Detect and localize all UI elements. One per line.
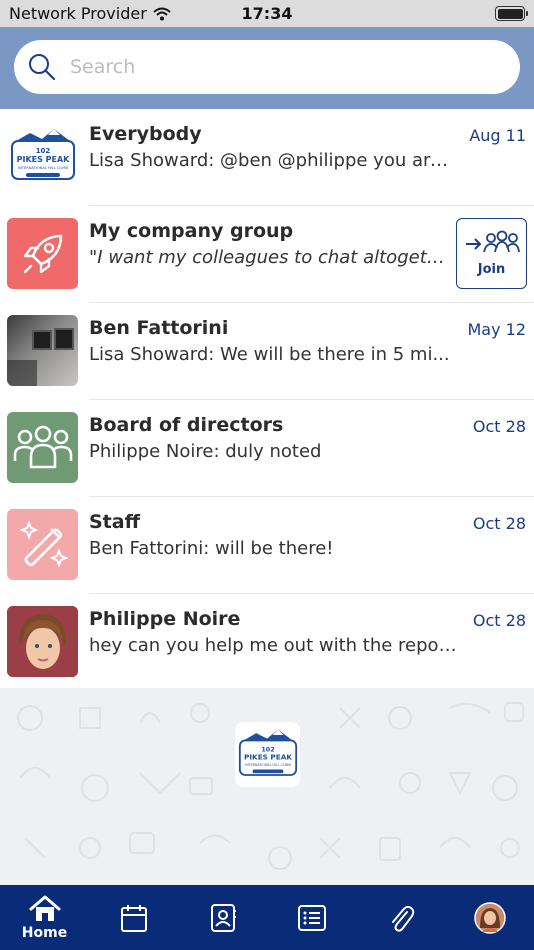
tab-home-label: Home [21, 924, 68, 941]
paperclip-icon [391, 905, 414, 932]
status-bar: Network Provider 17:34 [0, 0, 534, 27]
tab-calendar[interactable] [89, 885, 178, 950]
join-group-icon [465, 230, 520, 253]
rocket-icon [23, 234, 62, 273]
contacts-icon [210, 903, 236, 932]
profile-avatar [473, 901, 506, 934]
status-time: 17:34 [241, 4, 293, 23]
chat-row-ben-fattorini[interactable]: Ben Fattorini Lisa Showard: We will be t… [0, 303, 534, 400]
home-icon [29, 895, 60, 921]
chat-date: Aug 11 [469, 126, 526, 145]
svg-text:PIKES PEAK: PIKES PEAK [244, 752, 292, 761]
join-label: Join [477, 262, 506, 277]
chat-list: 102 PIKES PEAK INTERNATIONAL HILL CLIMB … [0, 109, 534, 691]
avatar [7, 412, 78, 483]
avatar: 102 PIKES PEAK INTERNATIONAL HILL CLIMB [7, 121, 78, 192]
tab-home[interactable]: Home [0, 885, 89, 950]
chat-last-message: hey can you help me out with the report? [89, 635, 459, 656]
chat-row-staff[interactable]: Staff Ben Fattorini: will be there! Oct … [0, 497, 534, 594]
chat-last-message: Lisa Showard: We will be there in 5 mi..… [89, 344, 450, 365]
tab-files[interactable] [356, 885, 445, 950]
tab-profile[interactable] [445, 885, 534, 950]
search-placeholder: Search [70, 56, 136, 78]
chat-last-message: Ben Fattorini: will be there! [89, 538, 334, 559]
chat-date: May 12 [467, 320, 526, 339]
svg-text:102: 102 [35, 147, 50, 155]
search-input[interactable]: Search [14, 40, 520, 94]
list-icon [297, 904, 326, 931]
chat-name: Staff [89, 511, 140, 533]
chat-name: Ben Fattorini [89, 317, 229, 339]
chat-row-board-of-directors[interactable]: Board of directors Philippe Noire: duly … [0, 400, 534, 497]
background-pattern: 102 PIKES PEAK INTERNATIONAL HILL CLIMB [0, 688, 534, 885]
chat-last-message: "I want my colleagues to chat altogeth..… [89, 247, 451, 268]
search-icon [29, 54, 56, 81]
pikes-peak-logo: 102 PIKES PEAK INTERNATIONAL HILL CLIMB [238, 729, 297, 776]
tab-list[interactable] [267, 885, 356, 950]
chat-name: Board of directors [89, 414, 284, 436]
chat-last-message: Lisa Showard: @ben @philippe you are g..… [89, 150, 459, 171]
calendar-icon [120, 904, 147, 932]
avatar [7, 509, 78, 580]
chat-row-everybody[interactable]: 102 PIKES PEAK INTERNATIONAL HILL CLIMB … [0, 109, 534, 206]
chat-name: Everybody [89, 123, 202, 145]
svg-text:INTERNATIONAL HILL CLIMB: INTERNATIONAL HILL CLIMB [18, 166, 69, 170]
search-header: Search [0, 27, 534, 109]
chat-date: Oct 28 [472, 417, 526, 436]
pikes-peak-logo: 102 PIKES PEAK INTERNATIONAL HILL CLIMB [10, 128, 75, 180]
avatar [7, 218, 78, 289]
magic-wand-icon [18, 519, 69, 568]
svg-text:INTERNATIONAL HILL CLIMB: INTERNATIONAL HILL CLIMB [245, 762, 291, 766]
avatar [7, 606, 78, 677]
avatar [7, 315, 78, 386]
chat-name: Philippe Noire [89, 608, 241, 630]
tab-contacts[interactable] [178, 885, 267, 950]
avatar-photo [7, 606, 78, 677]
chat-row-philippe-noire[interactable]: Philippe Noire hey can you help me out w… [0, 594, 534, 691]
tab-bar: Home [0, 885, 534, 950]
chat-last-message: Philippe Noire: duly noted [89, 441, 322, 462]
app-logo: 102 PIKES PEAK INTERNATIONAL HILL CLIMB [235, 722, 300, 787]
chat-date: Oct 28 [472, 611, 526, 630]
svg-text:PIKES PEAK: PIKES PEAK [16, 155, 70, 164]
chat-row-my-company-group[interactable]: My company group "I want my colleagues t… [0, 206, 534, 303]
battery-icon [495, 6, 528, 21]
chat-date: Oct 28 [472, 514, 526, 533]
join-button[interactable]: Join [456, 218, 527, 289]
avatar-photo [7, 328, 74, 386]
group-icon [13, 425, 72, 468]
chat-name: My company group [89, 220, 294, 242]
